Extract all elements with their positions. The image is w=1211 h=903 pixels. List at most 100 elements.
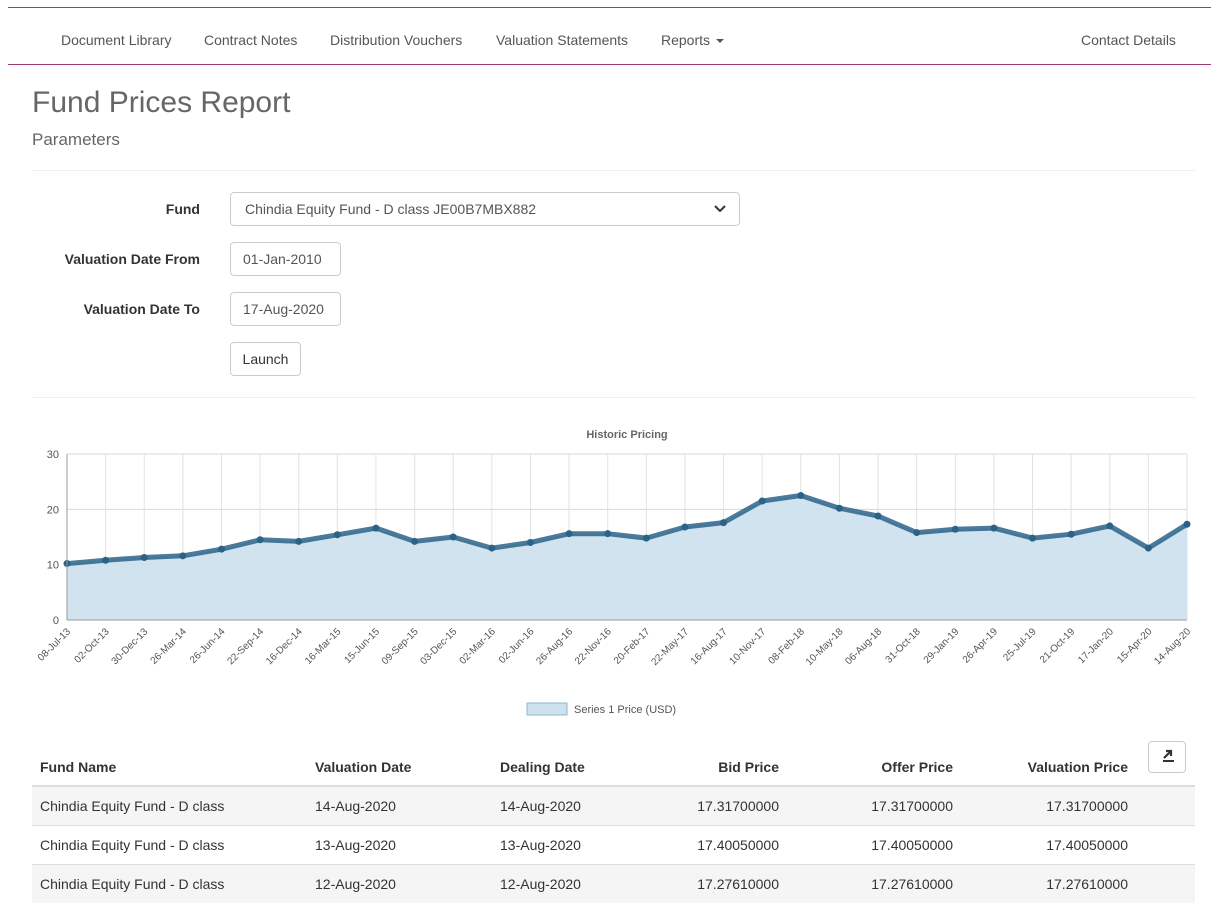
x-tick-label: 26-Apr-19 bbox=[961, 626, 1001, 666]
y-tick-label: 0 bbox=[53, 615, 59, 627]
data-point bbox=[836, 505, 843, 512]
col-fund-name[interactable]: Fund Name bbox=[32, 740, 307, 786]
divider bbox=[32, 397, 1195, 398]
data-point bbox=[257, 536, 264, 543]
chevron-down-icon bbox=[713, 201, 727, 215]
cell-spacer bbox=[1136, 865, 1195, 903]
x-tick-label: 02-Jun-16 bbox=[497, 626, 537, 666]
historic-pricing-chart: Historic Pricing010203008-Jul-1302-Oct-1… bbox=[0, 420, 1211, 720]
x-tick-label: 08-Feb-18 bbox=[767, 626, 808, 667]
x-tick-label: 06-Aug-18 bbox=[843, 626, 884, 667]
nav-distribution-vouchers[interactable]: Distribution Vouchers bbox=[330, 32, 462, 48]
x-tick-label: 03-Dec-15 bbox=[419, 626, 460, 667]
data-point bbox=[411, 538, 418, 545]
data-point bbox=[334, 531, 341, 538]
cell-fund-name: Chindia Equity Fund - D class bbox=[32, 826, 307, 865]
data-point bbox=[952, 526, 959, 533]
nav-contract-notes[interactable]: Contract Notes bbox=[204, 32, 297, 48]
data-point bbox=[875, 512, 882, 519]
y-tick-label: 10 bbox=[47, 560, 59, 572]
nav-reports-dropdown[interactable]: Reports bbox=[661, 32, 724, 48]
cell-bid-price: 17.31700000 bbox=[632, 786, 787, 826]
data-point bbox=[604, 530, 611, 537]
launch-button[interactable]: Launch bbox=[230, 342, 301, 376]
chart-title: Historic Pricing bbox=[586, 429, 667, 441]
table-header-row: Fund Name Valuation Date Dealing Date Bi… bbox=[32, 740, 1195, 786]
fund-select[interactable]: Chindia Equity Fund - D class JE00B7MBX8… bbox=[230, 192, 740, 226]
x-tick-label: 21-Oct-19 bbox=[1038, 626, 1078, 666]
data-point bbox=[141, 554, 148, 561]
col-valuation-date[interactable]: Valuation Date bbox=[307, 740, 492, 786]
divider bbox=[32, 170, 1195, 171]
series-area bbox=[67, 496, 1187, 621]
data-point bbox=[1184, 521, 1191, 528]
nav-valuation-statements[interactable]: Valuation Statements bbox=[496, 32, 628, 48]
nav-contact-details[interactable]: Contact Details bbox=[1081, 32, 1176, 48]
legend-swatch bbox=[527, 703, 567, 715]
x-tick-label: 22-Sep-14 bbox=[225, 626, 266, 667]
data-point bbox=[681, 524, 688, 531]
x-tick-label: 16-Dec-14 bbox=[264, 626, 305, 667]
col-valuation-price[interactable]: Valuation Price bbox=[961, 740, 1136, 786]
cell-fund-name: Chindia Equity Fund - D class bbox=[32, 865, 307, 903]
table-row: Chindia Equity Fund - D class 14-Aug-202… bbox=[32, 786, 1195, 826]
x-tick-label: 22-Nov-16 bbox=[573, 626, 614, 667]
y-tick-label: 20 bbox=[47, 504, 59, 516]
date-to-input[interactable]: 17-Aug-2020 bbox=[230, 292, 341, 326]
x-tick-label: 10-Nov-17 bbox=[727, 626, 768, 667]
table-row: Chindia Equity Fund - D class 12-Aug-202… bbox=[32, 865, 1195, 903]
cell-valuation-date: 13-Aug-2020 bbox=[307, 826, 492, 865]
x-tick-label: 14-Aug-20 bbox=[1152, 626, 1193, 667]
data-point bbox=[295, 538, 302, 545]
col-bid-price[interactable]: Bid Price bbox=[632, 740, 787, 786]
cell-fund-name: Chindia Equity Fund - D class bbox=[32, 786, 307, 826]
x-tick-label: 26-Mar-14 bbox=[149, 626, 190, 667]
y-tick-label: 30 bbox=[47, 449, 59, 461]
data-point bbox=[102, 557, 109, 564]
x-tick-label: 09-Sep-15 bbox=[380, 626, 421, 667]
nav-reports-label: Reports bbox=[661, 32, 710, 48]
date-from-input[interactable]: 01-Jan-2010 bbox=[230, 242, 341, 276]
cell-valuation-price: 17.40050000 bbox=[961, 826, 1136, 865]
x-tick-label: 16-Aug-17 bbox=[689, 626, 730, 667]
cell-offer-price: 17.31700000 bbox=[787, 786, 961, 826]
col-dealing-date[interactable]: Dealing Date bbox=[492, 740, 632, 786]
data-point bbox=[1106, 522, 1113, 529]
data-point bbox=[913, 529, 920, 536]
x-tick-label: 08-Jul-13 bbox=[36, 626, 74, 664]
x-tick-label: 29-Jan-19 bbox=[922, 626, 962, 666]
x-tick-label: 30-Dec-13 bbox=[110, 626, 151, 667]
data-point bbox=[566, 530, 573, 537]
cell-offer-price: 17.40050000 bbox=[787, 826, 961, 865]
data-point bbox=[759, 498, 766, 505]
date-from-label: Valuation Date From bbox=[32, 251, 200, 267]
data-point bbox=[372, 525, 379, 532]
cell-dealing-date: 14-Aug-2020 bbox=[492, 786, 632, 826]
cell-dealing-date: 13-Aug-2020 bbox=[492, 826, 632, 865]
cell-valuation-date: 14-Aug-2020 bbox=[307, 786, 492, 826]
data-point bbox=[1029, 535, 1036, 542]
cell-bid-price: 17.27610000 bbox=[632, 865, 787, 903]
legend-label: Series 1 Price (USD) bbox=[574, 704, 676, 716]
data-point bbox=[527, 539, 534, 546]
col-spacer bbox=[1136, 740, 1195, 786]
nav-document-library[interactable]: Document Library bbox=[61, 32, 172, 48]
cell-spacer bbox=[1136, 786, 1195, 826]
caret-down-icon bbox=[716, 39, 724, 43]
cell-dealing-date: 12-Aug-2020 bbox=[492, 865, 632, 903]
col-offer-price[interactable]: Offer Price bbox=[787, 740, 961, 786]
cell-bid-price: 17.40050000 bbox=[632, 826, 787, 865]
data-point bbox=[720, 519, 727, 526]
table-row: Chindia Equity Fund - D class 13-Aug-202… bbox=[32, 826, 1195, 865]
x-tick-label: 02-Mar-16 bbox=[458, 626, 499, 667]
prices-table: Fund Name Valuation Date Dealing Date Bi… bbox=[32, 740, 1195, 903]
x-tick-label: 17-Jan-20 bbox=[1076, 626, 1116, 666]
x-tick-label: 16-Mar-15 bbox=[303, 626, 344, 667]
x-tick-label: 26-Jun-14 bbox=[188, 626, 228, 666]
cell-spacer bbox=[1136, 826, 1195, 865]
data-point bbox=[450, 534, 457, 541]
x-tick-label: 25-Jul-19 bbox=[1001, 626, 1039, 664]
chart-svg: Historic Pricing010203008-Jul-1302-Oct-1… bbox=[0, 420, 1211, 720]
x-tick-label: 20-Feb-17 bbox=[612, 626, 653, 667]
top-navbar: Document Library Contract Notes Distribu… bbox=[8, 7, 1211, 65]
